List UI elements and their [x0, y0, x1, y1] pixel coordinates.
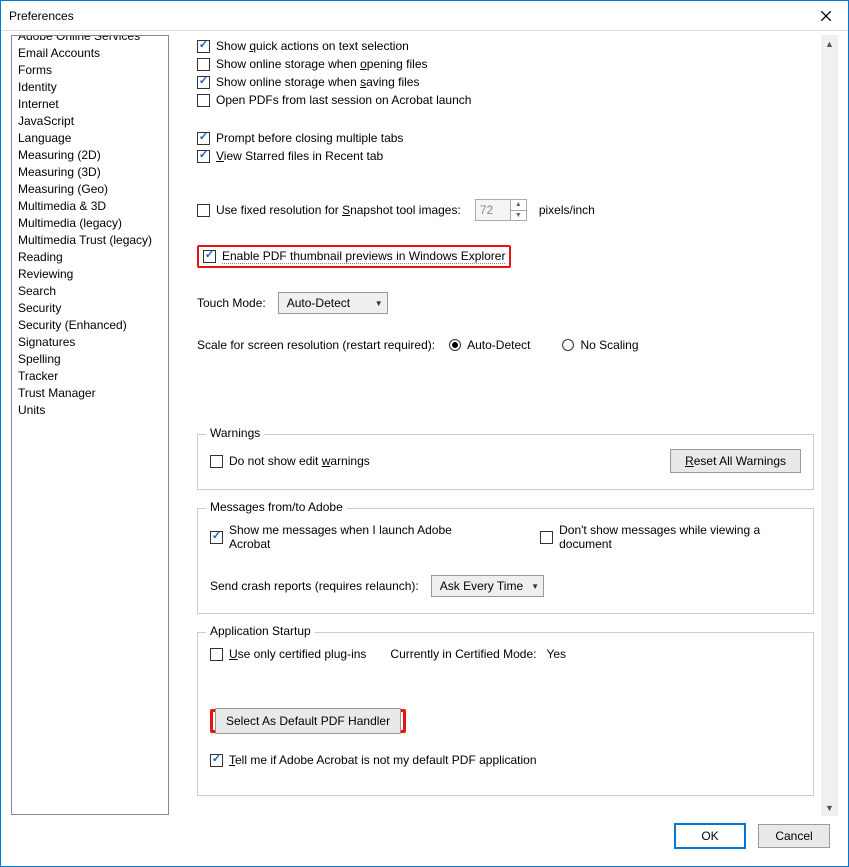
sidebar-item[interactable]: Security [12, 300, 168, 317]
crash-label: Send crash reports (requires relaunch): [210, 579, 419, 593]
touch-mode-label: Touch Mode: [197, 296, 266, 310]
opt-dont-show-viewing[interactable]: Don't show messages while viewing a docu… [540, 523, 801, 551]
group-title: Warnings [206, 426, 264, 440]
scale-label: Scale for screen resolution (restart req… [197, 338, 435, 352]
sidebar-item[interactable]: Signatures [12, 334, 168, 351]
sidebar-item[interactable]: Forms [12, 62, 168, 79]
checkbox-icon[interactable] [210, 648, 223, 661]
ok-button[interactable]: OK [674, 823, 746, 849]
checkbox-icon[interactable] [197, 204, 210, 217]
sidebar-item[interactable]: Measuring (Geo) [12, 181, 168, 198]
dialog-footer: OK Cancel [1, 816, 848, 866]
checkbox-icon[interactable] [197, 76, 210, 89]
preferences-window: Preferences Adobe Online Services Email … [0, 0, 849, 867]
sidebar-item[interactable]: Measuring (3D) [12, 164, 168, 181]
checkbox-icon[interactable] [197, 132, 210, 145]
checkbox-icon[interactable] [197, 150, 210, 163]
opt-prompt-close[interactable]: Prompt before closing multiple tabs [197, 131, 814, 145]
group-title: Messages from/to Adobe [206, 500, 347, 514]
opt-open-storage[interactable]: Show online storage when opening files [197, 57, 814, 71]
radio-no-scaling[interactable] [562, 339, 574, 351]
cancel-button[interactable]: Cancel [758, 824, 830, 848]
sidebar-item[interactable]: Language [12, 130, 168, 147]
opt-tell-default[interactable]: Tell me if Adobe Acrobat is not my defau… [210, 753, 801, 767]
titlebar: Preferences [1, 1, 848, 31]
checkbox-icon[interactable] [197, 94, 210, 107]
warnings-group: Warnings Do not show edit warnings Reset… [197, 434, 814, 490]
scale-row: Scale for screen resolution (restart req… [197, 338, 814, 352]
default-handler-highlight: Select As Default PDF Handler [210, 709, 406, 733]
checkbox-icon[interactable] [540, 531, 553, 544]
opt-show-launch-msgs[interactable]: Show me messages when I launch Adobe Acr… [210, 523, 480, 551]
sidebar-item[interactable]: Internet [12, 96, 168, 113]
opt-view-starred[interactable]: View Starred files in Recent tab [197, 149, 814, 163]
startup-group: Application Startup Use only certified p… [197, 632, 814, 796]
chevron-down-icon: ▼ [531, 582, 539, 591]
close-icon [821, 11, 831, 21]
select-default-handler-button[interactable]: Select As Default PDF Handler [215, 708, 401, 734]
chevron-down-icon[interactable]: ▼ [511, 211, 526, 221]
sidebar-item[interactable]: JavaScript [12, 113, 168, 130]
cert-mode-value: Yes [546, 647, 566, 661]
sidebar-item[interactable]: Measuring (2D) [12, 147, 168, 164]
chevron-up-icon[interactable]: ▲ [511, 200, 526, 211]
cert-mode-label: Currently in Certified Mode: [390, 647, 536, 661]
opt-thumbnail-previews-highlight: Enable PDF thumbnail previews in Windows… [197, 245, 511, 268]
snapshot-stepper[interactable]: ▲▼ [511, 199, 527, 221]
checkbox-icon[interactable] [197, 40, 210, 53]
window-title: Preferences [9, 9, 74, 23]
opt-dont-show-warnings[interactable]: Do not show edit warnings [210, 454, 370, 468]
checkbox-icon[interactable] [210, 531, 223, 544]
scroll-down-icon[interactable]: ▼ [821, 799, 838, 816]
opt-save-storage[interactable]: Show online storage when saving files [197, 75, 814, 89]
opt-certified-plugins[interactable]: Use only certified plug-ins [210, 647, 366, 661]
touch-mode-select[interactable]: Auto-Detect ▼ [278, 292, 388, 314]
chevron-down-icon: ▼ [375, 299, 383, 308]
sidebar-item[interactable]: Reading [12, 249, 168, 266]
opt-quick-actions[interactable]: Show quick actions on text selection [197, 39, 814, 53]
checkbox-icon[interactable] [203, 250, 216, 263]
checkbox-icon[interactable] [210, 455, 223, 468]
radio-auto-detect[interactable] [449, 339, 461, 351]
sidebar-item[interactable]: Multimedia Trust (legacy) [12, 232, 168, 249]
snapshot-units: pixels/inch [539, 203, 595, 217]
reset-warnings-button[interactable]: Reset All Warnings [670, 449, 801, 473]
sidebar-item[interactable]: Adobe Online Services [12, 35, 168, 45]
messages-group: Messages from/to Adobe Show me messages … [197, 508, 814, 614]
sidebar-item[interactable]: Trust Manager [12, 385, 168, 402]
crash-reports-select[interactable]: Ask Every Time ▼ [431, 575, 544, 597]
opt-open-last[interactable]: Open PDFs from last session on Acrobat l… [197, 93, 814, 107]
sidebar-item[interactable]: Multimedia & 3D [12, 198, 168, 215]
scroll-up-icon[interactable]: ▲ [821, 35, 838, 52]
sidebar-item[interactable]: Multimedia (legacy) [12, 215, 168, 232]
opt-thumbnail-previews[interactable]: Enable PDF thumbnail previews in Windows… [222, 249, 505, 264]
vertical-scrollbar[interactable]: ▲ ▼ [821, 35, 838, 816]
sidebar-item[interactable]: Email Accounts [12, 45, 168, 62]
checkbox-icon[interactable] [210, 754, 223, 767]
dialog-body: Adobe Online Services Email Accounts For… [1, 31, 848, 816]
group-title: Application Startup [206, 624, 315, 638]
sidebar-item[interactable]: Units [12, 402, 168, 419]
sidebar-item[interactable]: Reviewing [12, 266, 168, 283]
sidebar-item[interactable]: Identity [12, 79, 168, 96]
settings-content: ▲ ▼ Show quick actions on text selection… [177, 35, 838, 816]
sidebar-item[interactable]: Search [12, 283, 168, 300]
opt-snapshot-resolution[interactable]: Use fixed resolution for Snapshot tool i… [197, 199, 814, 221]
snapshot-value-input[interactable]: 72 [475, 199, 511, 221]
checkbox-icon[interactable] [197, 58, 210, 71]
sidebar-item[interactable]: Spelling [12, 351, 168, 368]
sidebar-item[interactable]: Tracker [12, 368, 168, 385]
sidebar-item[interactable]: Security (Enhanced) [12, 317, 168, 334]
touch-mode-row: Touch Mode: Auto-Detect ▼ [197, 292, 814, 314]
category-sidebar[interactable]: Adobe Online Services Email Accounts For… [11, 35, 169, 815]
close-button[interactable] [804, 1, 848, 31]
